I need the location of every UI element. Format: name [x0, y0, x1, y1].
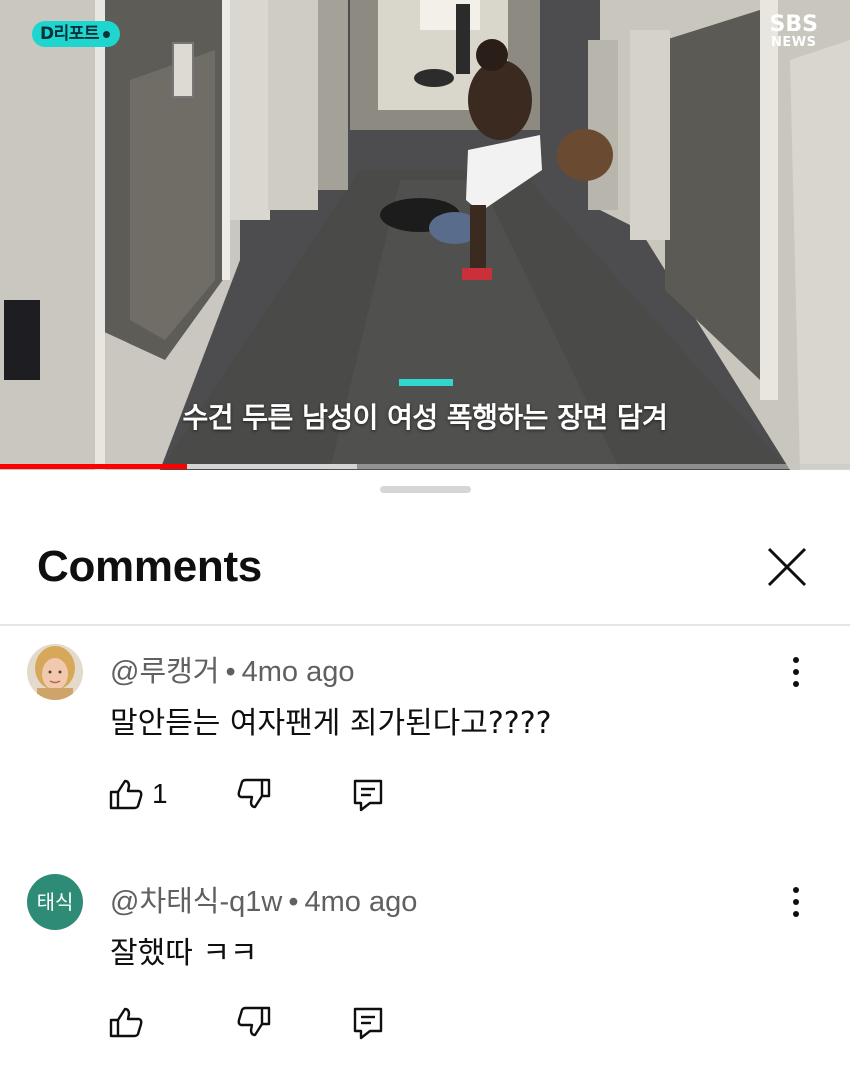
- more-button[interactable]: [780, 882, 812, 922]
- dislike-button[interactable]: [236, 774, 276, 814]
- reply-button[interactable]: [352, 774, 392, 814]
- badge-dot-icon: [103, 30, 111, 38]
- comment-text: 말안듣는 여자팬게 죄가된다고????: [110, 706, 552, 741]
- more-vertical-icon: [793, 887, 799, 917]
- drag-handle[interactable]: [380, 486, 471, 493]
- avatar[interactable]: [27, 644, 83, 700]
- avatar-photo: [27, 644, 83, 700]
- broadcaster-logo: SBS NEWS: [770, 14, 818, 50]
- comment-time: 4mo ago: [304, 886, 418, 918]
- like-count: 1: [152, 778, 168, 809]
- comment-author[interactable]: @차태식-q1w: [110, 886, 282, 918]
- reply-icon: [353, 779, 383, 812]
- more-button[interactable]: [780, 652, 812, 692]
- thumbs-up-icon: [109, 779, 143, 810]
- video-caption: 수건 두른 남성이 여성 폭행하는 장면 담겨: [182, 401, 668, 434]
- meta-separator: •: [288, 886, 299, 918]
- thumbs-down-icon: [237, 778, 271, 809]
- comment-time: 4mo ago: [241, 656, 355, 688]
- comment-meta: @차태식-q1w • 4mo ago: [110, 878, 417, 920]
- reply-icon: [353, 1007, 383, 1040]
- reply-button[interactable]: [352, 1002, 392, 1042]
- more-vertical-icon: [793, 657, 799, 687]
- avatar[interactable]: 태식: [27, 874, 83, 930]
- thumbs-down-icon: [237, 1006, 271, 1037]
- progress-played: [0, 464, 187, 469]
- close-icon: [767, 547, 807, 587]
- thumbs-up-icon: [109, 1007, 143, 1038]
- channel-badge-label: D리포트: [40, 24, 100, 44]
- comments-sheet: Comments @루캥거 • 4mo ago 말안듣는 여자팬게 죄가된다고???…: [0, 470, 850, 1078]
- dislike-button[interactable]: [236, 1002, 276, 1042]
- channel-badge: D리포트: [32, 21, 121, 47]
- close-button[interactable]: [760, 540, 814, 594]
- comment-meta: @루캥거 • 4mo ago: [110, 648, 355, 690]
- logo-bottom-text: NEWS: [771, 35, 817, 50]
- like-button[interactable]: [108, 1002, 148, 1042]
- meta-separator: •: [225, 656, 236, 688]
- logo-top-text: SBS: [769, 12, 818, 37]
- comment-author[interactable]: @루캥거: [110, 656, 219, 688]
- sheet-title: Comments: [37, 542, 262, 591]
- header-divider: [0, 624, 850, 626]
- like-button[interactable]: 1: [108, 774, 188, 814]
- comment-text: 잘했따 ㅋㅋ: [110, 936, 258, 971]
- video-player[interactable]: D리포트 SBS NEWS 수건 두른 남성이 여성 폭행하는 장면 담겨: [0, 0, 850, 470]
- caption-accent-bar: [399, 379, 453, 386]
- progress-bar[interactable]: [0, 464, 850, 469]
